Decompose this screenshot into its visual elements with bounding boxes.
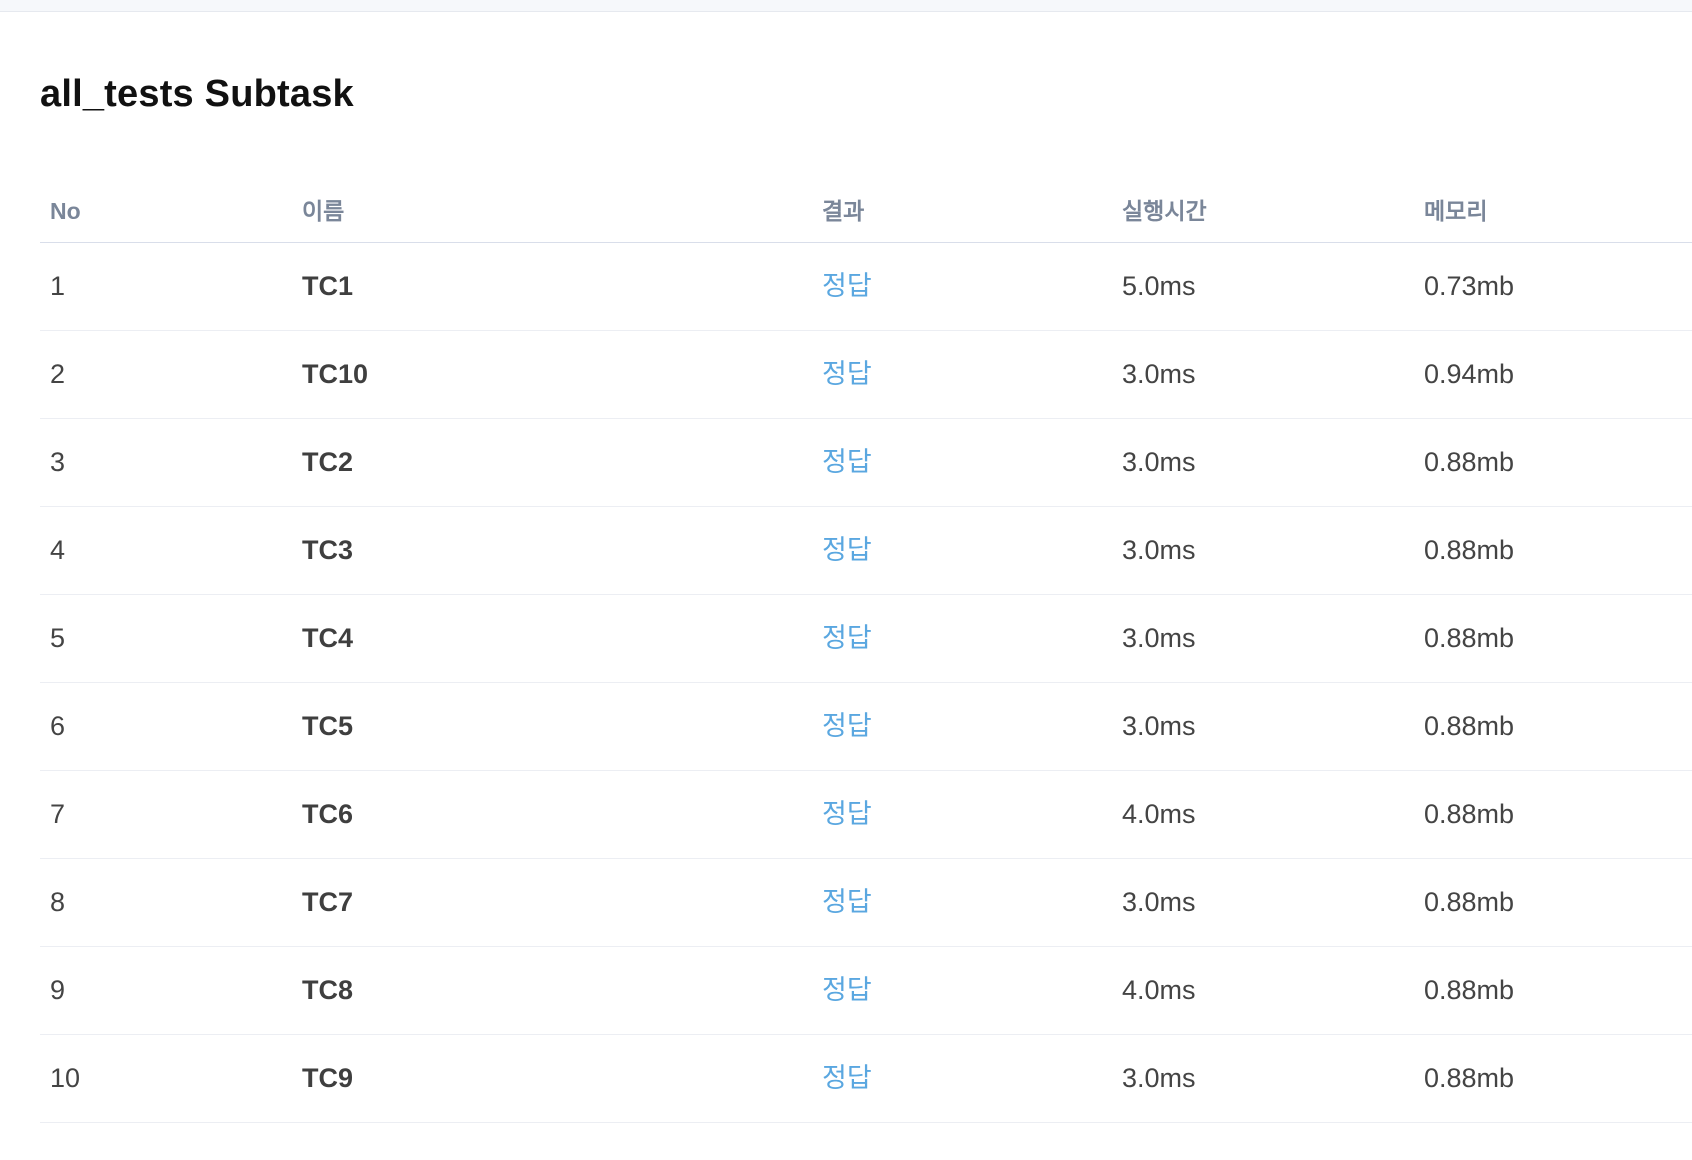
testcase-name: TC5 xyxy=(302,711,354,741)
header-name: 이름 xyxy=(302,198,345,224)
table-row: 9 TC8 정답 4.0ms 0.88mb xyxy=(40,947,1692,1035)
row-number: 3 xyxy=(50,447,66,477)
table-row: 7 TC6 정답 4.0ms 0.88mb xyxy=(40,771,1692,859)
execution-time: 5.0ms xyxy=(1122,271,1196,301)
execution-time: 4.0ms xyxy=(1122,799,1196,829)
header-result: 결과 xyxy=(822,198,865,224)
result-link[interactable]: 정답 xyxy=(822,947,872,1034)
result-link[interactable]: 정답 xyxy=(822,771,872,858)
result-link[interactable]: 정답 xyxy=(822,331,872,418)
testcase-name: TC10 xyxy=(302,359,369,389)
result-link[interactable]: 정답 xyxy=(822,859,872,946)
memory-usage: 0.88mb xyxy=(1424,623,1515,653)
header-no: No xyxy=(50,198,81,224)
execution-time: 4.0ms xyxy=(1122,975,1196,1005)
row-number: 5 xyxy=(50,623,66,653)
result-link[interactable]: 정답 xyxy=(822,683,872,770)
top-bar xyxy=(0,0,1692,12)
row-number: 10 xyxy=(50,1063,81,1093)
row-number: 7 xyxy=(50,799,66,829)
execution-time: 3.0ms xyxy=(1122,359,1196,389)
testcase-name: TC6 xyxy=(302,799,354,829)
table-row: 6 TC5 정답 3.0ms 0.88mb xyxy=(40,683,1692,771)
table-header: No 이름 결과 실행시간 메모리 xyxy=(40,180,1692,243)
results-table: No 이름 결과 실행시간 메모리 1 TC1 정답 5.0ms 0.73mb … xyxy=(40,180,1692,1123)
memory-usage: 0.88mb xyxy=(1424,799,1515,829)
testcase-name: TC2 xyxy=(302,447,354,477)
table-row: 4 TC3 정답 3.0ms 0.88mb xyxy=(40,507,1692,595)
memory-usage: 0.88mb xyxy=(1424,975,1515,1005)
memory-usage: 0.88mb xyxy=(1424,1063,1515,1093)
row-number: 2 xyxy=(50,359,66,389)
row-number: 9 xyxy=(50,975,66,1005)
row-number: 1 xyxy=(50,271,66,301)
execution-time: 3.0ms xyxy=(1122,447,1196,477)
table-row: 5 TC4 정답 3.0ms 0.88mb xyxy=(40,595,1692,683)
memory-usage: 0.88mb xyxy=(1424,887,1515,917)
row-number: 6 xyxy=(50,711,66,741)
execution-time: 3.0ms xyxy=(1122,623,1196,653)
memory-usage: 0.88mb xyxy=(1424,447,1515,477)
result-link[interactable]: 정답 xyxy=(822,507,872,594)
testcase-name: TC3 xyxy=(302,535,354,565)
testcase-name: TC4 xyxy=(302,623,354,653)
table-row: 1 TC1 정답 5.0ms 0.73mb xyxy=(40,243,1692,331)
row-number: 4 xyxy=(50,535,66,565)
header-memory: 메모리 xyxy=(1424,198,1488,224)
table-row: 8 TC7 정답 3.0ms 0.88mb xyxy=(40,859,1692,947)
execution-time: 3.0ms xyxy=(1122,711,1196,741)
table-row: 2 TC10 정답 3.0ms 0.94mb xyxy=(40,331,1692,419)
memory-usage: 0.88mb xyxy=(1424,535,1515,565)
testcase-name: TC8 xyxy=(302,975,354,1005)
row-number: 8 xyxy=(50,887,66,917)
execution-time: 3.0ms xyxy=(1122,1063,1196,1093)
memory-usage: 0.94mb xyxy=(1424,359,1515,389)
memory-usage: 0.88mb xyxy=(1424,711,1515,741)
header-time: 실행시간 xyxy=(1122,198,1207,224)
testcase-name: TC1 xyxy=(302,271,354,301)
memory-usage: 0.73mb xyxy=(1424,271,1515,301)
testcase-name: TC9 xyxy=(302,1063,354,1093)
subtask-title: all_tests Subtask xyxy=(40,73,354,115)
table-row: 10 TC9 정답 3.0ms 0.88mb xyxy=(40,1035,1692,1123)
execution-time: 3.0ms xyxy=(1122,535,1196,565)
execution-time: 3.0ms xyxy=(1122,887,1196,917)
result-link[interactable]: 정답 xyxy=(822,419,872,506)
table-row: 3 TC2 정답 3.0ms 0.88mb xyxy=(40,419,1692,507)
result-link[interactable]: 정답 xyxy=(822,595,872,682)
testcase-name: TC7 xyxy=(302,887,354,917)
result-link[interactable]: 정답 xyxy=(822,243,872,330)
result-link[interactable]: 정답 xyxy=(822,1035,872,1122)
